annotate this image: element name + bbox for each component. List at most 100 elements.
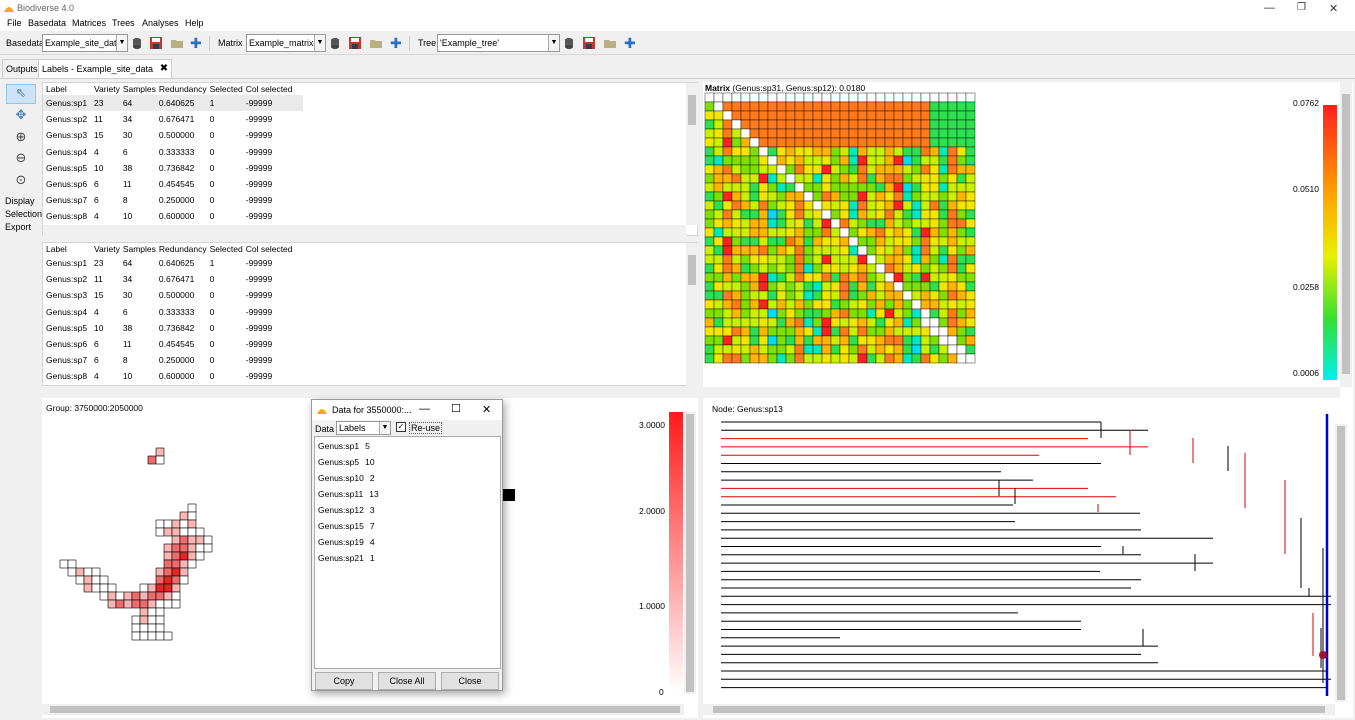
list-item[interactable]: Genus:sp5 10 [318, 457, 375, 467]
column-header[interactable]: Variety [91, 83, 120, 95]
table-row[interactable]: Genus:sp5 10 38 0.736842 0 -99999 [43, 320, 303, 336]
display-button[interactable]: Display [5, 196, 35, 206]
matrix-heatmap[interactable] [703, 92, 983, 372]
chevron-down-icon[interactable]: ▼ [548, 35, 559, 51]
menu-trees[interactable]: Trees [112, 18, 135, 28]
table-row[interactable]: Genus:sp4 4 6 0.333333 0 -99999 [43, 144, 303, 160]
scroll-thumb[interactable] [1337, 426, 1345, 700]
add-icon[interactable]: ✚ [390, 36, 402, 50]
minimize-icon[interactable]: — [419, 403, 430, 415]
vertical-scrollbar[interactable] [686, 243, 698, 386]
close-window-icon[interactable]: ✕ [1329, 2, 1338, 15]
column-header[interactable]: Redundancy [156, 243, 207, 255]
column-header[interactable]: Redundancy [156, 83, 207, 95]
column-header[interactable]: Label [43, 243, 91, 255]
scroll-thumb[interactable] [713, 706, 1325, 713]
horizontal-scrollbar[interactable] [42, 704, 684, 715]
table-row[interactable]: Genus:sp5 10 38 0.736842 0 -99999 [43, 160, 303, 176]
maximize-icon[interactable]: ❐ [1297, 2, 1306, 13]
menu-matrices[interactable]: Matrices [72, 18, 106, 28]
scroll-thumb[interactable] [50, 706, 680, 713]
table-row[interactable]: Genus:sp4 4 6 0.333333 0 -99999 [43, 304, 303, 320]
table-row[interactable]: Genus:sp3 15 30 0.500000 0 -99999 [43, 287, 303, 303]
column-header[interactable]: Col selected [243, 83, 303, 95]
phylogenetic-tree[interactable] [703, 398, 1343, 708]
vertical-scrollbar[interactable] [684, 412, 696, 694]
open-folder-icon[interactable] [370, 37, 382, 49]
open-folder-icon[interactable] [604, 37, 616, 49]
reuse-checkbox[interactable]: ✓ [396, 422, 406, 432]
pan-icon[interactable]: ✥ [6, 107, 36, 127]
close-button[interactable]: Close [441, 672, 499, 690]
list-item[interactable]: Genus:sp15 7 [318, 521, 375, 531]
list-item[interactable]: Genus:sp1 5 [318, 441, 370, 451]
chevron-down-icon[interactable]: ▼ [379, 422, 390, 434]
list-item[interactable]: Genus:sp12 3 [318, 505, 375, 515]
database-icon[interactable] [131, 37, 143, 49]
column-header[interactable]: Col selected [243, 243, 303, 255]
database-icon[interactable] [329, 37, 341, 49]
table-row[interactable]: Genus:sp8 4 10 0.600000 0 -99999 [43, 208, 303, 224]
table-row[interactable]: Genus:sp2 11 34 0.676471 0 -99999 [43, 111, 303, 127]
horizontal-scrollbar[interactable] [703, 704, 1335, 715]
scroll-thumb[interactable] [1342, 94, 1350, 374]
table-row[interactable]: Genus:sp3 15 30 0.500000 0 -99999 [43, 127, 303, 143]
scroll-thumb[interactable] [686, 414, 694, 692]
zoom-out-icon[interactable]: ⊖ [6, 150, 36, 170]
export-button[interactable]: Export [5, 222, 31, 232]
add-icon[interactable]: ✚ [190, 36, 202, 50]
chevron-down-icon[interactable]: ▼ [314, 35, 325, 51]
matrix-select[interactable]: Example_matrix ▼ [246, 34, 326, 52]
table-row[interactable]: Genus:sp7 6 8 0.250000 0 -99999 [43, 352, 303, 368]
zoom-fit-icon[interactable]: ⊙ [6, 172, 36, 192]
column-header[interactable]: Selected [207, 243, 243, 255]
chevron-down-icon[interactable]: ▼ [116, 35, 127, 51]
table-row[interactable]: Genus:sp6 6 11 0.454545 0 -99999 [43, 176, 303, 192]
list-item[interactable]: Genus:sp21 1 [318, 553, 375, 563]
column-header[interactable]: Label [43, 83, 91, 95]
column-header[interactable]: Samples [120, 83, 156, 95]
basedata-select[interactable]: Example_site_data ▼ [42, 34, 128, 52]
vertical-scrollbar[interactable] [1340, 82, 1352, 387]
minimize-icon[interactable]: — [1264, 2, 1275, 14]
save-icon[interactable] [150, 37, 162, 49]
list-item[interactable]: Genus:sp10 2 [318, 473, 375, 483]
table-row[interactable]: Genus:sp7 6 8 0.250000 0 -99999 [43, 192, 303, 208]
horizontal-scrollbar[interactable] [43, 225, 686, 236]
add-icon[interactable]: ✚ [624, 36, 636, 50]
zoom-in-icon[interactable]: ⊕ [6, 129, 36, 149]
map-grid[interactable] [42, 398, 342, 698]
menu-help[interactable]: Help [185, 18, 204, 28]
vertical-scrollbar[interactable] [686, 83, 698, 225]
save-icon[interactable] [349, 37, 361, 49]
database-icon[interactable] [563, 37, 575, 49]
column-header[interactable]: Variety [91, 243, 120, 255]
scroll-thumb[interactable] [688, 255, 696, 285]
table-row[interactable]: Genus:sp1 23 64 0.640625 1 -99999 [43, 255, 303, 271]
tab-outputs[interactable]: Outputs [2, 59, 42, 78]
column-header[interactable]: Selected [207, 83, 243, 95]
menu-analyses[interactable]: Analyses [142, 18, 179, 28]
pointer-icon[interactable]: ⇖ [6, 84, 36, 104]
close-all-button[interactable]: Close All [378, 672, 436, 690]
close-window-icon[interactable]: ✕ [482, 403, 491, 416]
list-item[interactable]: Genus:sp19 4 [318, 537, 375, 547]
tab-labels[interactable]: Labels - Example_site_data ✖ [38, 59, 173, 78]
column-header[interactable]: Samples [120, 243, 156, 255]
close-tab-icon[interactable]: ✖ [160, 63, 168, 74]
list-item[interactable]: Genus:sp11 13 [318, 489, 379, 499]
save-icon[interactable] [583, 37, 595, 49]
copy-button[interactable]: Copy [315, 672, 373, 690]
horizontal-scrollbar[interactable] [703, 387, 1340, 398]
selection-button[interactable]: Selection [5, 209, 42, 219]
vertical-scrollbar[interactable] [1335, 424, 1347, 702]
table-row[interactable]: Genus:sp6 6 11 0.454545 0 -99999 [43, 336, 303, 352]
tree-select[interactable]: 'Example_tree' ▼ [437, 34, 560, 52]
data-type-select[interactable]: Labels ▼ [336, 421, 391, 435]
menu-file[interactable]: File [7, 18, 22, 28]
table-row[interactable]: Genus:sp2 11 34 0.676471 0 -99999 [43, 271, 303, 287]
open-folder-icon[interactable] [171, 37, 183, 49]
table-row[interactable]: Genus:sp8 4 10 0.600000 0 -99999 [43, 368, 303, 384]
table-row[interactable]: Genus:sp1 23 64 0.640625 1 -99999 [43, 95, 303, 112]
menu-basedata[interactable]: Basedata [28, 18, 66, 28]
